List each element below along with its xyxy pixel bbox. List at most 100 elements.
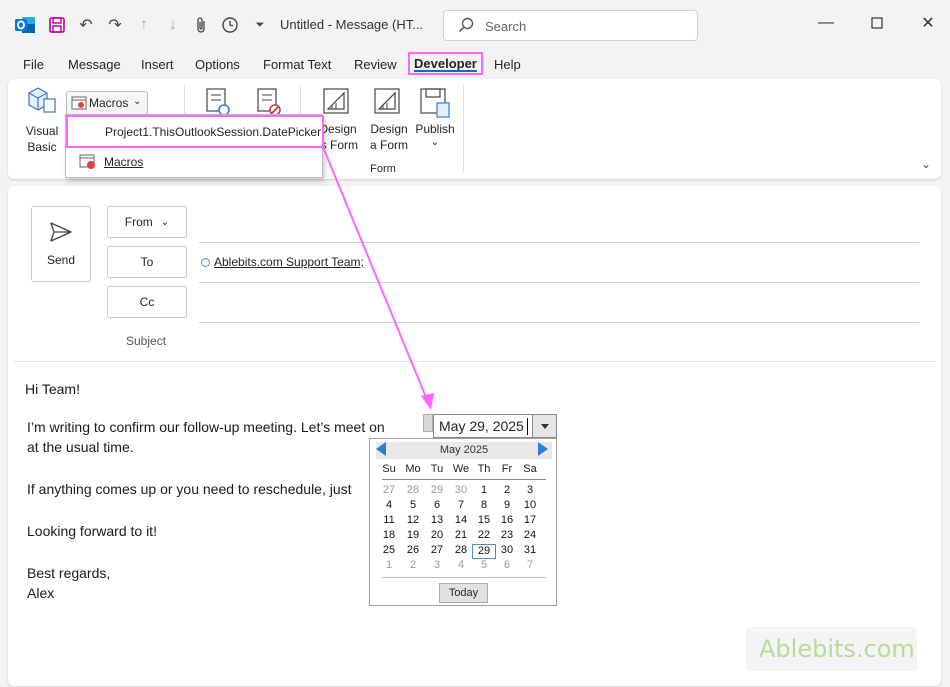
calendar-day[interactable]: 5 — [472, 559, 496, 571]
attach-icon[interactable] — [190, 14, 212, 36]
calendar-day[interactable]: 11 — [377, 514, 401, 526]
publish-icon[interactable] — [419, 87, 451, 119]
calendar-day[interactable]: 5 — [401, 499, 425, 511]
calendar-day[interactable]: 26 — [401, 544, 425, 556]
calendar-day[interactable]: 28 — [449, 544, 473, 556]
macros-dropdown: Project1.ThisOutlookSession.DatePicker M… — [65, 114, 324, 178]
calendar-popup: May 2025 Su Mo Tu We Th Fr Sa 27 28 29 30 1 2 3 4 5 6 7 8… — [369, 438, 557, 606]
calendar-day[interactable]: 19 — [401, 529, 425, 541]
macros-icon — [79, 154, 95, 169]
calendar-day[interactable]: 6 — [425, 499, 449, 511]
today-button[interactable]: Today — [439, 583, 488, 603]
calendar-day[interactable]: 18 — [377, 529, 401, 541]
visual-basic-button[interactable]: Visual Basic — [20, 83, 64, 157]
search-input[interactable]: Search — [443, 10, 698, 41]
customize-toolbar-icon[interactable]: ⏷ — [249, 14, 271, 36]
calendar-day[interactable]: 29 — [425, 484, 449, 496]
calendar-day[interactable]: 7 — [449, 499, 473, 511]
design-this-form-icon[interactable] — [322, 87, 352, 117]
calendar-day[interactable]: 9 — [495, 499, 519, 511]
calendar-day[interactable]: 7 — [518, 559, 542, 571]
calendar-day[interactable]: 24 — [518, 529, 542, 541]
macros-button[interactable]: Macros ⌄ — [66, 91, 148, 115]
calendar-day[interactable]: 8 — [472, 499, 496, 511]
tab-help[interactable]: Help — [494, 57, 521, 72]
maximize-icon[interactable] — [866, 12, 888, 34]
ribbon-collapse-chevron-icon[interactable]: ⌄ — [921, 157, 931, 171]
calendar-day[interactable]: 30 — [495, 544, 519, 556]
date-picker-handle[interactable] — [423, 414, 433, 432]
macros-menu-item[interactable]: Macros — [66, 153, 324, 177]
design-a-form-icon[interactable] — [373, 87, 403, 117]
tab-message[interactable]: Message — [68, 57, 121, 72]
previous-month-icon[interactable] — [376, 442, 386, 456]
send-button[interactable]: Send — [31, 206, 91, 282]
undo-icon[interactable]: ↶ — [75, 14, 97, 36]
calendar-header: May 2025 — [376, 442, 552, 459]
calendar-day[interactable]: 20 — [425, 529, 449, 541]
calendar-day[interactable]: 17 — [518, 514, 542, 526]
design-mode-icon[interactable] — [255, 87, 283, 117]
calendar-day[interactable]: 13 — [425, 514, 449, 526]
macros-label: Macros — [89, 96, 129, 110]
minimize-icon[interactable]: — — [815, 12, 837, 34]
clock-icon[interactable] — [219, 14, 241, 36]
date-picker-dropdown-button[interactable] — [532, 415, 556, 437]
properties-icon[interactable] — [204, 87, 232, 117]
tab-file[interactable]: File — [23, 57, 44, 72]
calendar-day[interactable]: 4 — [449, 559, 473, 571]
calendar-day[interactable]: 30 — [449, 484, 473, 496]
calendar-day[interactable]: 15 — [472, 514, 496, 526]
calendar-day[interactable]: 4 — [377, 499, 401, 511]
calendar-day[interactable]: 28 — [401, 484, 425, 496]
calendar-day-of-week: Mo — [405, 463, 421, 475]
calendar-day[interactable]: 21 — [449, 529, 473, 541]
calendar-day[interactable]: 14 — [449, 514, 473, 526]
menu-bar: File Message Insert Options Format Text … — [0, 50, 950, 78]
visual-basic-icon — [28, 87, 56, 113]
save-icon[interactable] — [46, 14, 68, 36]
calendar-day[interactable]: 1 — [377, 559, 401, 571]
calendar-day[interactable]: 12 — [401, 514, 425, 526]
macro-datepicker-item[interactable]: Project1.ThisOutlookSession.DatePicker — [66, 115, 324, 148]
to-label: To — [140, 255, 154, 269]
calendar-day[interactable]: 22 — [472, 529, 496, 541]
calendar-day[interactable]: 3 — [425, 559, 449, 571]
tab-insert[interactable]: Insert — [141, 57, 174, 72]
redo-icon[interactable]: ↷ — [104, 14, 126, 36]
calendar-day[interactable]: 1 — [472, 484, 496, 496]
body-line-4: Looking forward to it! — [27, 523, 157, 539]
close-icon[interactable]: ✕ — [917, 12, 939, 34]
outlook-logo-icon — [15, 17, 35, 33]
tab-developer[interactable]: Developer — [408, 52, 483, 75]
to-button[interactable]: To — [107, 246, 187, 278]
tab-review[interactable]: Review — [354, 57, 397, 72]
arrow-down-icon[interactable]: ↓ — [162, 14, 184, 36]
to-field[interactable]: Ablebits.com Support Team; — [201, 255, 364, 269]
calendar-day-selected[interactable]: 29 — [472, 544, 496, 559]
recipient-name[interactable]: Ablebits.com Support Team; — [214, 255, 364, 269]
send-label: Send — [46, 253, 76, 267]
calendar-day[interactable]: 25 — [377, 544, 401, 556]
tab-format-text[interactable]: Format Text — [263, 57, 331, 72]
calendar-day[interactable]: 10 — [518, 499, 542, 511]
calendar-day[interactable]: 2 — [401, 559, 425, 571]
tab-options[interactable]: Options — [195, 57, 240, 72]
design-a-form-label-1: Design — [370, 122, 408, 136]
from-button[interactable]: From ⌄ — [107, 206, 187, 238]
design-a-form-label-2: a Form — [369, 138, 408, 152]
calendar-day[interactable]: 31 — [518, 544, 542, 556]
calendar-day[interactable]: 16 — [495, 514, 519, 526]
chevron-down-icon[interactable]: ⌄ — [410, 135, 460, 151]
cc-button[interactable]: Cc — [107, 286, 187, 318]
calendar-day[interactable]: 27 — [425, 544, 449, 556]
calendar-day[interactable]: 27 — [377, 484, 401, 496]
next-month-icon[interactable] — [538, 442, 548, 456]
ribbon-separator — [463, 85, 464, 173]
calendar-day[interactable]: 23 — [495, 529, 519, 541]
calendar-day[interactable]: 2 — [495, 484, 519, 496]
calendar-day[interactable]: 6 — [495, 559, 519, 571]
calendar-day-of-week: Tu — [430, 463, 444, 475]
calendar-day[interactable]: 3 — [518, 484, 542, 496]
arrow-up-icon[interactable]: ↑ — [133, 14, 155, 36]
